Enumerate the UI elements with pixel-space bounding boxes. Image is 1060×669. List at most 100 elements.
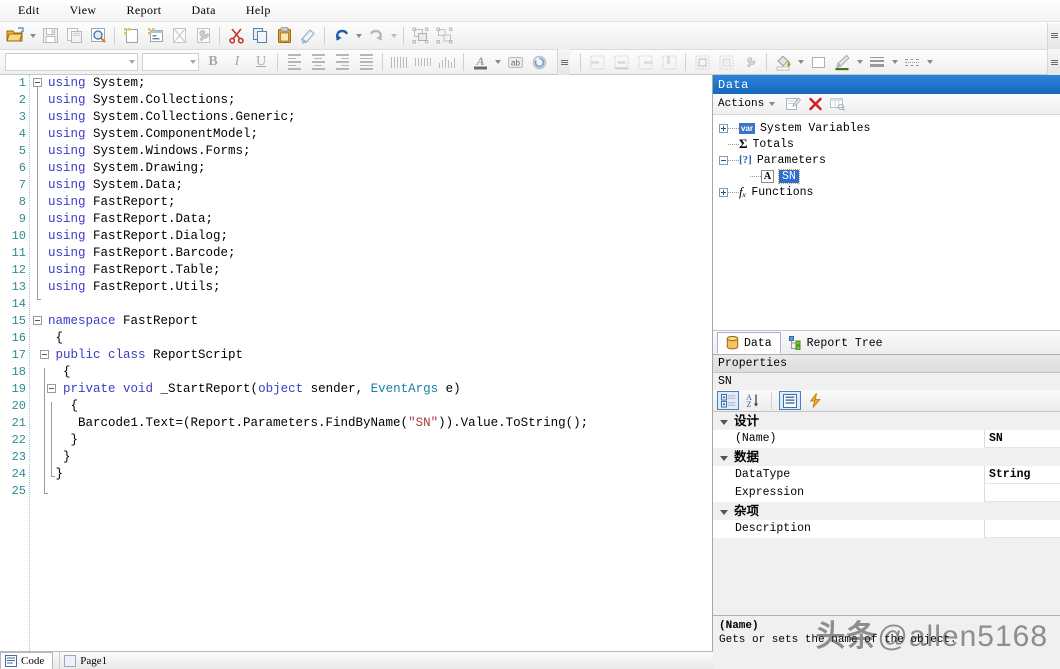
border-style-dropdown[interactable] xyxy=(924,50,935,74)
align-grid-right-button[interactable] xyxy=(633,50,657,74)
format-painter-button[interactable] xyxy=(296,24,320,48)
code-line[interactable]: 5 using System.Windows.Forms; xyxy=(0,143,712,160)
border-style-button[interactable] xyxy=(900,50,924,74)
code-line[interactable]: 7 using System.Data; xyxy=(0,177,712,194)
property-value[interactable]: String xyxy=(985,466,1060,484)
data-tree[interactable]: var System Variables Σ Totals [?] Parameters A… xyxy=(713,115,1060,331)
code-line[interactable]: 15 namespace FastReport xyxy=(0,313,712,330)
undo-button[interactable] xyxy=(329,24,353,48)
code-line[interactable]: 20 { xyxy=(0,398,712,415)
view-data-button[interactable] xyxy=(827,95,847,114)
code-line[interactable]: 8 using FastReport; xyxy=(0,194,712,211)
fill-color-button[interactable] xyxy=(771,50,795,74)
font-name-combo[interactable] xyxy=(5,53,138,71)
tree-node[interactable]: fₓ Functions xyxy=(713,184,1060,200)
redo-button[interactable] xyxy=(364,24,388,48)
code-line[interactable]: 2 using System.Collections; xyxy=(0,92,712,109)
code-line[interactable]: 16 { xyxy=(0,330,712,347)
code-line[interactable]: 4 using System.ComponentModel; xyxy=(0,126,712,143)
undo-dropdown-button[interactable] xyxy=(353,24,364,48)
layout-settings-button[interactable] xyxy=(738,50,762,74)
tree-node[interactable]: [?] Parameters xyxy=(713,152,1060,168)
actions-label[interactable]: Actions xyxy=(718,98,764,110)
new-dialog-button[interactable] xyxy=(143,24,167,48)
fold-toggle-line1[interactable] xyxy=(33,78,42,87)
tab-page1[interactable]: Page1 xyxy=(59,651,115,669)
bold-button[interactable]: B xyxy=(201,50,225,74)
triangle-down-icon[interactable] xyxy=(720,510,728,515)
property-row[interactable]: Expression xyxy=(713,484,1060,502)
rotate-text-button[interactable] xyxy=(527,50,551,74)
ungroup-button[interactable] xyxy=(432,24,456,48)
events-button[interactable] xyxy=(804,391,826,410)
fill-none-button[interactable] xyxy=(806,50,830,74)
triangle-down-icon[interactable] xyxy=(720,456,728,461)
align-middle-button[interactable] xyxy=(411,50,435,74)
tree-node[interactable]: var System Variables xyxy=(713,120,1060,136)
code-line[interactable]: 22} xyxy=(0,432,712,449)
page-settings-button[interactable] xyxy=(191,24,215,48)
align-bottom-button[interactable] xyxy=(435,50,459,74)
align-center-button[interactable] xyxy=(306,50,330,74)
tree-node[interactable]: A SN xyxy=(713,168,1060,184)
properties-grid[interactable]: 设计 (Name) SN 数据 DataType String Expression 杂项 De… xyxy=(713,412,1060,538)
size-to-grid-button[interactable] xyxy=(714,50,738,74)
border-width-button[interactable] xyxy=(865,50,889,74)
copy-button[interactable] xyxy=(248,24,272,48)
cut-button[interactable] xyxy=(224,24,248,48)
fold-toggle-line17[interactable] xyxy=(40,350,49,359)
tree-node[interactable]: Σ Totals xyxy=(713,136,1060,152)
code-line[interactable]: 14 xyxy=(0,296,712,313)
code-line[interactable]: 24} xyxy=(0,466,712,483)
edit-datasource-button[interactable] xyxy=(783,95,803,114)
property-category-row[interactable]: 杂项 xyxy=(713,502,1060,520)
format-overflow-button[interactable] xyxy=(557,49,570,75)
word-wrap-button[interactable]: ab xyxy=(503,50,527,74)
text-color-button[interactable]: A xyxy=(468,50,492,74)
expand-icon[interactable] xyxy=(719,123,728,133)
code-line[interactable]: 3 using System.Collections.Generic; xyxy=(0,109,712,126)
save-all-button[interactable] xyxy=(62,24,86,48)
menu-item-report[interactable]: Report xyxy=(122,1,165,20)
dock-tab-data[interactable]: Data xyxy=(717,332,781,354)
code-editor[interactable]: 1 using System; 2 using System.Collections;… xyxy=(0,75,713,651)
align-grid-top-button[interactable] xyxy=(657,50,681,74)
toolbar-overflow-button[interactable] xyxy=(1047,22,1060,49)
font-size-combo[interactable] xyxy=(142,53,199,71)
code-line[interactable]: 1 using System; xyxy=(0,75,712,92)
align-justify-button[interactable] xyxy=(354,50,378,74)
paste-button[interactable] xyxy=(272,24,296,48)
alphabetical-view-button[interactable]: A Z xyxy=(742,391,764,410)
border-color-button[interactable] xyxy=(830,50,854,74)
property-row[interactable]: Description xyxy=(713,520,1060,538)
property-pages-button[interactable] xyxy=(779,391,801,410)
code-line[interactable]: 19 private void _StartReport(object sende… xyxy=(0,381,712,398)
property-value[interactable] xyxy=(985,520,1060,538)
border-width-dropdown[interactable] xyxy=(889,50,900,74)
property-category-row[interactable]: 设计 xyxy=(713,412,1060,430)
chevron-down-icon[interactable] xyxy=(769,102,776,106)
layout-overflow-button[interactable] xyxy=(1047,49,1060,75)
delete-page-button[interactable] xyxy=(167,24,191,48)
menu-item-view[interactable]: View xyxy=(66,1,101,20)
align-right-button[interactable] xyxy=(330,50,354,74)
property-value[interactable] xyxy=(985,484,1060,502)
code-line[interactable]: 6 using System.Drawing; xyxy=(0,160,712,177)
tab-code[interactable]: Code xyxy=(0,651,54,669)
code-line[interactable]: 18 { xyxy=(0,364,712,381)
code-line[interactable]: 25 xyxy=(0,483,712,500)
collapse-icon[interactable] xyxy=(719,155,728,165)
menu-item-edit[interactable]: Edit xyxy=(14,1,44,20)
expand-icon[interactable] xyxy=(719,187,728,197)
text-color-dropdown[interactable] xyxy=(492,50,503,74)
dock-tab-report-tree[interactable]: Report Tree xyxy=(781,332,891,354)
fold-toggle-line19[interactable] xyxy=(47,384,56,393)
open-dropdown-button[interactable] xyxy=(27,24,38,48)
align-left-button[interactable] xyxy=(282,50,306,74)
fill-color-dropdown[interactable] xyxy=(795,50,806,74)
categorized-view-button[interactable] xyxy=(717,391,739,410)
menu-item-data[interactable]: Data xyxy=(188,1,220,20)
delete-datasource-button[interactable] xyxy=(805,95,825,114)
menu-item-help[interactable]: Help xyxy=(242,1,275,20)
code-line[interactable]: 23} xyxy=(0,449,712,466)
